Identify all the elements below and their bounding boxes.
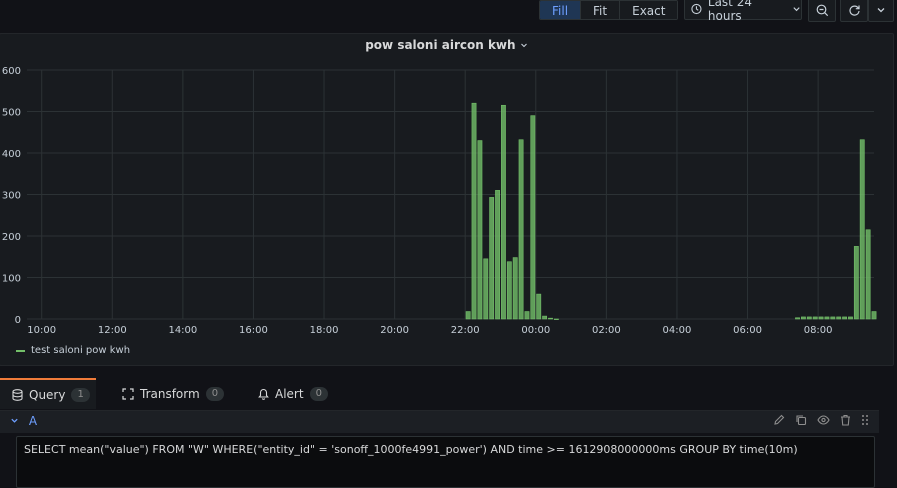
x-tick-label: 10:00 [27,325,56,334]
bar [465,311,471,320]
edit-icon[interactable] [773,414,785,426]
x-tick-label: 06:00 [733,325,762,334]
time-range-picker[interactable]: Last 24 hours [684,0,802,23]
bar [548,317,553,320]
x-tick-label: 22:00 [451,325,480,334]
y-tick-label: 300 [2,191,21,202]
bar [536,293,542,320]
bar [800,316,806,320]
tab-alert-label: Alert [275,386,304,401]
x-tick-label: 16:00 [239,325,268,334]
bar [542,315,548,320]
y-tick-label: 600 [2,66,21,77]
y-tick-label: 0 [15,315,21,326]
graph-panel: pow saloni aircon kwh 0 100 200 300 400 500 60… [0,33,894,366]
x-tick-label: 20:00 [380,325,409,334]
y-tick-label: 200 [2,232,21,243]
bar [553,318,559,320]
bar [477,140,483,320]
time-range-label: Last 24 hours [707,0,752,23]
scrollbar-track[interactable] [879,410,897,482]
bar [859,139,865,320]
tab-query[interactable]: Query 1 [0,378,96,409]
tab-transform-label: Transform [140,386,200,401]
bar [871,311,877,320]
bar [865,229,871,320]
tab-transform-count: 0 [205,386,225,401]
drag-handle-icon[interactable] [861,414,869,426]
bar [530,115,536,320]
query-editor[interactable]: SELECT mean("value") FROM "W" WHERE("ent… [16,436,875,488]
refresh-icon [848,5,860,16]
bar [524,311,530,320]
editor-tabs: Query 1 Transform 0 Alert 0 [0,378,897,410]
zoom-mode-group: Fill Fit Exact [539,0,679,20]
legend-color-swatch [16,349,25,352]
duplicate-icon[interactable] [795,414,807,426]
bar [824,316,830,320]
refresh-interval-dropdown[interactable] [868,0,894,22]
bar [836,316,842,320]
x-tick-label: 12:00 [98,325,127,334]
zoom-out-icon [816,4,828,16]
bar [471,102,477,320]
x-tick-label: 00:00 [521,325,550,334]
bar [506,261,512,320]
bar [842,316,848,320]
bar [812,316,818,320]
query-ref[interactable]: A [10,414,37,428]
query-actions [773,414,869,426]
zoom-out-button[interactable] [808,0,836,22]
chevron-down-icon [877,8,885,13]
tab-transform[interactable]: Transform 0 [122,378,225,409]
tab-query-label: Query [29,387,66,402]
bar [512,257,518,320]
y-tick-label: 500 [2,108,21,119]
eye-icon[interactable] [817,414,830,426]
clock-icon [691,3,702,15]
y-tick-label: 100 [2,274,21,285]
bar [853,246,859,320]
tab-query-count: 1 [71,387,90,402]
trash-icon[interactable] [840,414,851,426]
x-tick-label: 14:00 [168,325,197,334]
bar [795,317,800,320]
bar [818,316,824,320]
y-tick-label: 400 [2,149,21,160]
bar [830,316,836,320]
collapse-chevron-icon [11,418,18,423]
bar [806,316,812,320]
database-icon [12,388,23,401]
bar [501,104,506,320]
transform-icon [122,387,134,400]
exact-button[interactable]: Exact [619,1,678,19]
bar [483,258,489,320]
bell-icon [258,388,269,400]
bar [495,190,500,320]
refresh-button[interactable] [840,0,868,22]
legend[interactable]: test saloni pow kwh [16,345,130,356]
chevron-down-icon [793,7,800,12]
bar [489,197,495,320]
fill-button[interactable]: Fill [540,1,581,19]
x-tick-label: 02:00 [592,325,621,334]
query-text: SELECT mean("value") FROM "W" WHERE("ent… [24,443,798,456]
bar-chart[interactable]: 0 100 200 300 400 500 600 10:00 12:00 14:00 16:00… [0,34,893,334]
x-tick-label: 04:00 [663,325,692,334]
legend-label: test saloni pow kwh [31,345,131,356]
x-tick-label: 08:00 [804,325,833,334]
bar [518,139,524,320]
x-tick-label: 18:00 [310,325,339,334]
tab-alert[interactable]: Alert 0 [258,378,328,409]
fit-button[interactable]: Fit [580,1,620,19]
query-row-header[interactable]: A [0,410,879,433]
bar [848,316,853,320]
query-ref-letter: A [28,414,38,428]
tab-alert-count: 0 [309,386,328,401]
